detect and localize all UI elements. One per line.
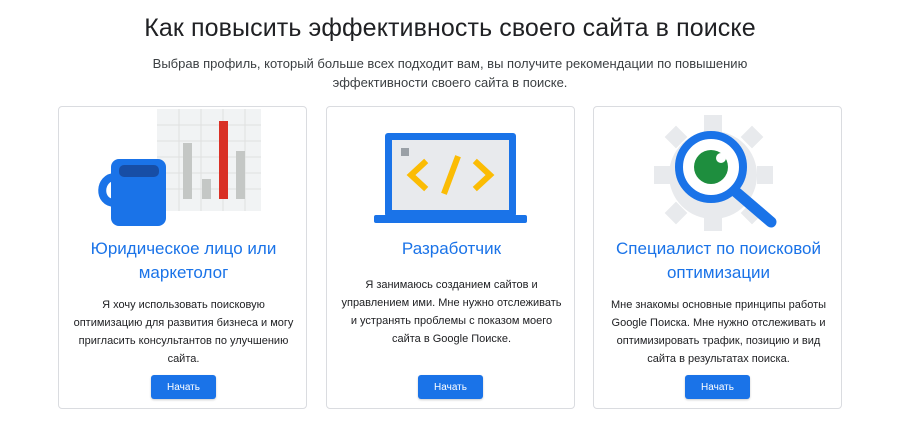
card-description: Мне знакомы основные принципы работы Goo…	[610, 299, 827, 365]
profile-card-developer: Разработчик Я занимаюсь созданием сайтов…	[326, 106, 575, 409]
profile-card-business: Юридическое лицо или маркетолог Я хочу и…	[58, 106, 307, 409]
card-title: Разработчик	[401, 239, 502, 258]
page-title: Как повысить эффективность своего сайта …	[144, 14, 756, 42]
start-button[interactable]: Начать	[151, 375, 216, 399]
profile-card-seo: Специалист по поисковой оптимизации Мне …	[593, 106, 842, 409]
gear-magnifier-icon	[654, 115, 777, 231]
page-subtitle: Выбрав профиль, который больше всех подх…	[152, 56, 748, 90]
laptop-code-icon	[374, 133, 527, 223]
card-description: Я занимаюсь созданием сайтов и управлени…	[341, 279, 562, 345]
start-button[interactable]: Начать	[418, 375, 483, 399]
mug-chart-icon	[98, 109, 261, 226]
card-description: Я хочу использовать поисковую оптимизаци…	[73, 299, 294, 365]
start-button[interactable]: Начать	[685, 375, 750, 399]
card-title: Юридическое лицо или маркетолог	[90, 239, 277, 282]
card-title: Специалист по поисковой оптимизации	[616, 239, 821, 282]
